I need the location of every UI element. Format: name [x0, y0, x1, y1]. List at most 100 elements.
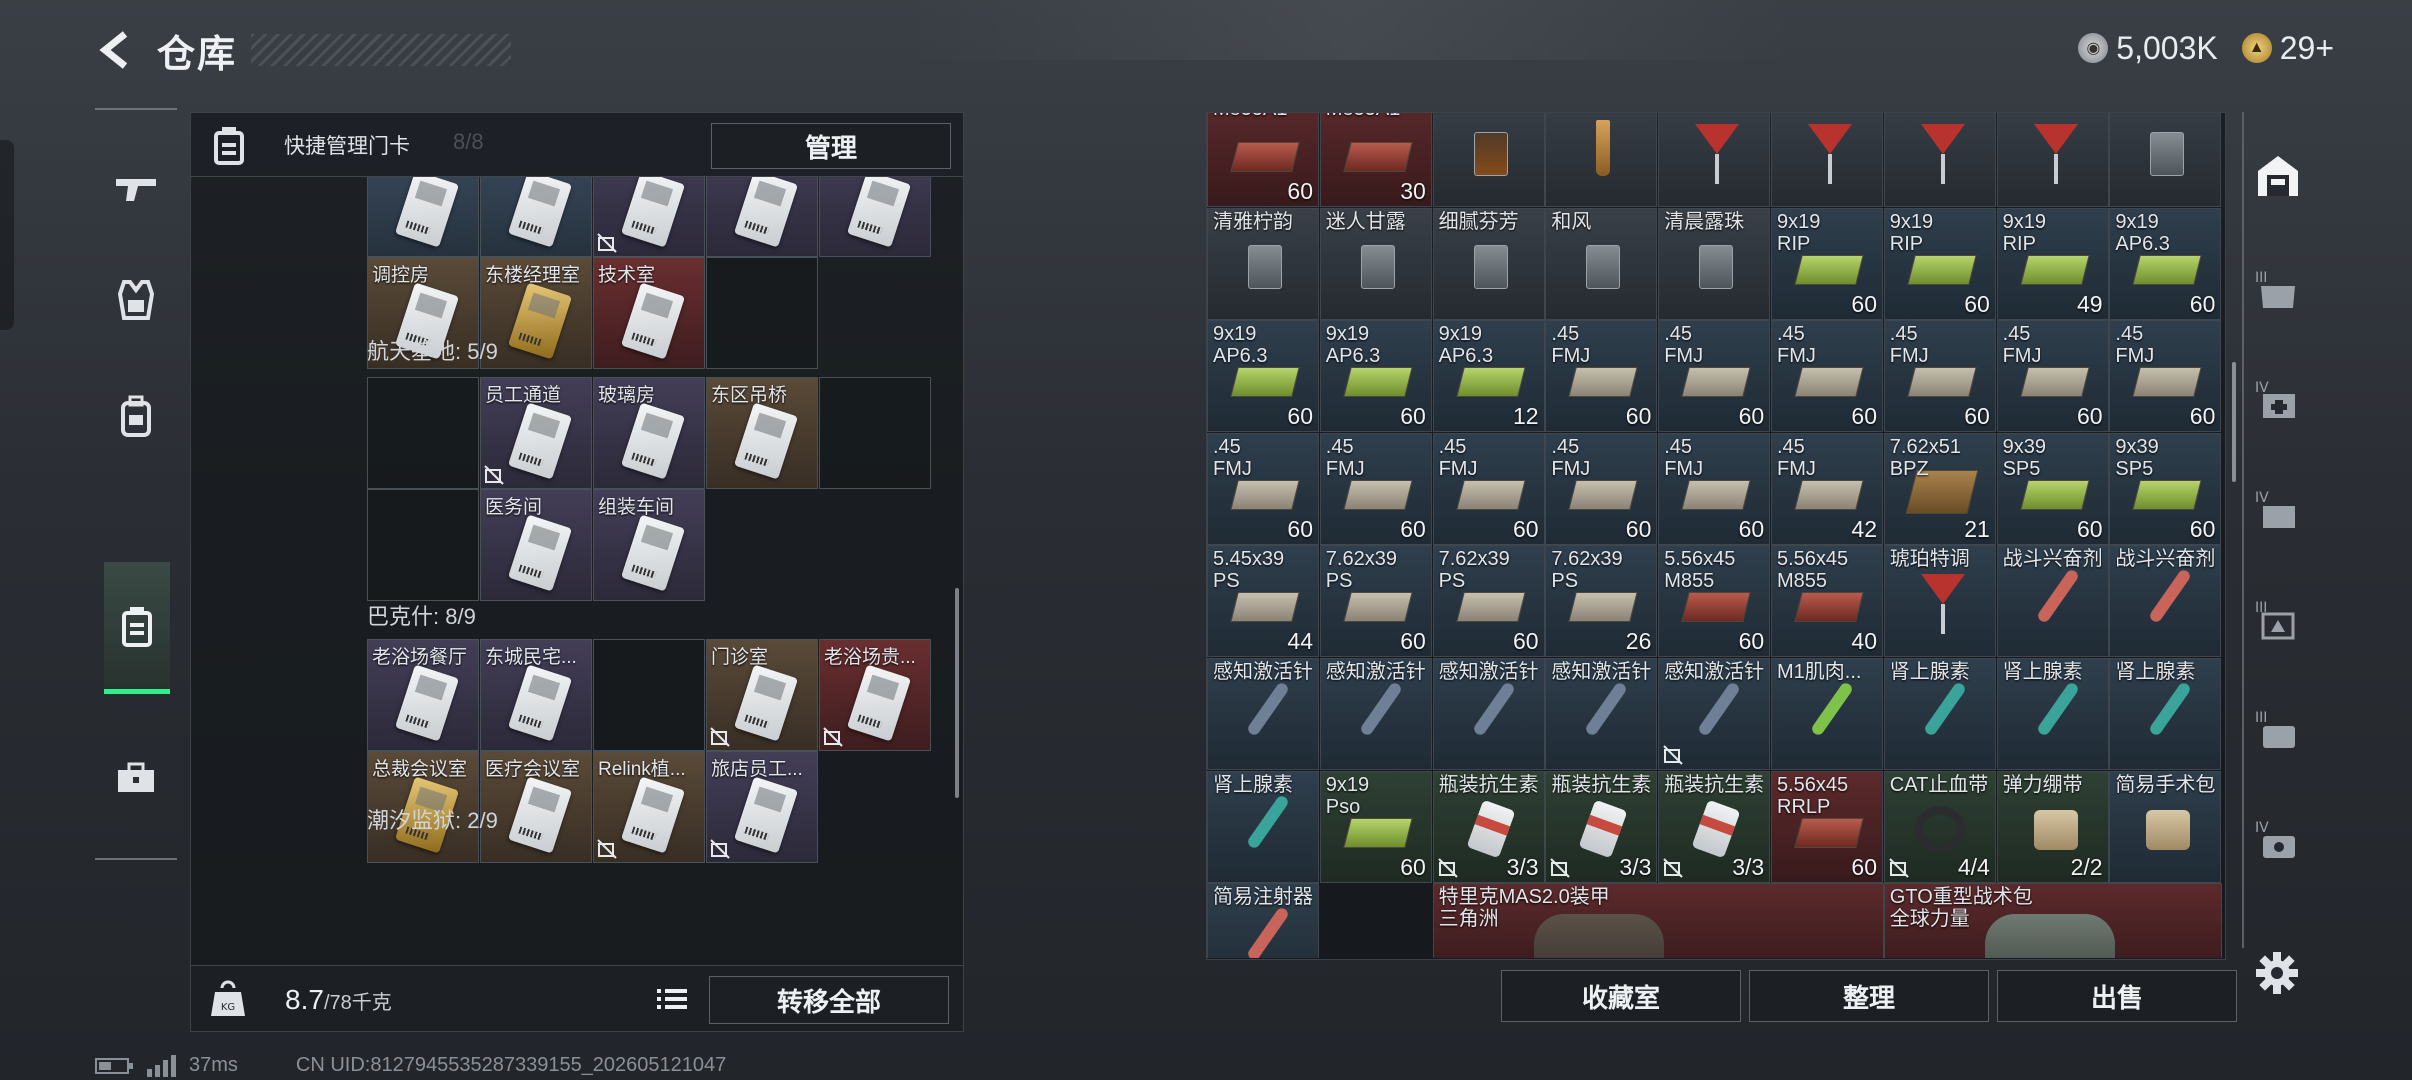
armor-vest-icon[interactable]	[103, 260, 169, 340]
inventory-slot[interactable]: M1肌肉...	[1771, 658, 1883, 770]
keycard-slot[interactable]: 售票办公室	[706, 177, 818, 257]
inventory-slot[interactable]	[1545, 113, 1658, 207]
collection-room-button[interactable]: 收藏室	[1501, 970, 1741, 1022]
inventory-slot[interactable]: 5.45x39 PS 44	[1207, 545, 1319, 658]
inventory-slot[interactable]: 瓶装抗生素 3/3	[1545, 770, 1658, 883]
keycard-slot[interactable]: 技术室	[593, 257, 705, 369]
keycard-slot[interactable]: 变电站宿舍	[367, 177, 479, 257]
inventory-slot[interactable]: 战斗兴奋剂	[2109, 545, 2222, 658]
inventory-slot[interactable]: M855A1 60	[1207, 113, 1319, 207]
inventory-slot[interactable]: 简易注射器	[1207, 883, 1319, 958]
armor-tier3-icon[interactable]: III	[2250, 260, 2306, 320]
inventory-grid[interactable]: M855A1 60 M855A1 30 清雅柠韵 迷人甘露 细腻芬芳 和风 清晨露珠 9x19 R…	[1207, 113, 2227, 958]
backpack-icon[interactable]	[103, 376, 169, 456]
backpack-tier4-icon[interactable]: IV	[2250, 810, 2306, 870]
inventory-slot[interactable]: .45 FMJ 60	[1432, 432, 1545, 545]
inventory-slot[interactable]: 简易手术包	[2109, 770, 2222, 883]
keycard-slot[interactable]: 东城民宅...	[480, 639, 592, 751]
inventory-slot[interactable]: 7.62x39 PS 60	[1319, 545, 1432, 658]
inventory-slot[interactable]: 清雅柠韵	[1207, 207, 1319, 320]
inventory-slot[interactable]: .45 FMJ 60	[1771, 320, 1883, 433]
list-icon[interactable]	[653, 980, 691, 1018]
inventory-slot[interactable]	[1883, 113, 1996, 207]
inventory-slot[interactable]: .45 FMJ 60	[1996, 320, 2109, 433]
keycard-slot[interactable]: 医务室	[480, 177, 592, 257]
inventory-slot[interactable]: 迷人甘露	[1319, 207, 1432, 320]
inventory-slot[interactable]: .45 FMJ 42	[1771, 432, 1883, 545]
keycard-holder-icon[interactable]	[104, 562, 170, 694]
inventory-slot[interactable]: 感知激活针	[1545, 658, 1658, 770]
inventory-slot[interactable]: 9x19 AP6.3 60	[1207, 320, 1319, 433]
inventory-slot[interactable]: 战斗兴奋剂	[1996, 545, 2109, 658]
inventory-slot[interactable]: 感知激活针	[1319, 658, 1432, 770]
keycard-slot[interactable]: 旅店员工...	[706, 751, 818, 863]
inventory-slot[interactable]: .45 FMJ 60	[1658, 432, 1771, 545]
inventory-slot[interactable]	[1996, 113, 2109, 207]
inventory-slot[interactable]: 9x19 AP6.3 12	[1432, 320, 1545, 433]
inventory-slot[interactable]: 弹力绷带 2/2	[1996, 770, 2109, 883]
inventory-slot[interactable]: 细腻芬芳	[1432, 207, 1545, 320]
sort-button[interactable]: 整理	[1749, 970, 1989, 1022]
transfer-all-button[interactable]: 转移全部	[709, 976, 949, 1024]
keycard-slot[interactable]: 组装车间	[593, 489, 705, 601]
keycard-slot[interactable]: 东区吊桥	[706, 377, 818, 489]
inventory-slot[interactable]: 9x19 RIP 49	[1996, 207, 2109, 320]
backpack-tier3-icon[interactable]: III	[2250, 700, 2306, 760]
rig-tier3-icon[interactable]: III	[2250, 590, 2306, 650]
inventory-scrollbar[interactable]	[2232, 362, 2236, 482]
inventory-slot[interactable]: 5.56x45 RRLP 60	[1771, 770, 1883, 883]
inventory-slot[interactable]: 9x19 Pso 60	[1319, 770, 1432, 883]
inventory-slot[interactable]: 瓶装抗生素 3/3	[1432, 770, 1545, 883]
inventory-slot[interactable]: 7.62x51 BPZ 21	[1883, 432, 1996, 545]
inventory-slot[interactable]: 瓶装抗生素 3/3	[1658, 770, 1771, 883]
inventory-slot[interactable]: 5.56x45 M855 40	[1771, 545, 1883, 658]
inventory-slot[interactable]	[1658, 113, 1771, 207]
storage-home-icon[interactable]	[2250, 146, 2306, 206]
inventory-slot[interactable]: 7.62x39 PS 60	[1432, 545, 1545, 658]
inventory-slot[interactable]: .45 FMJ 60	[2109, 320, 2222, 433]
inventory-slot[interactable]: 9x19 AP6.3 60	[2109, 207, 2222, 320]
keycard-scrollbar[interactable]	[955, 588, 959, 798]
medkit-tier4-icon[interactable]: IV	[2250, 370, 2306, 430]
inventory-slot[interactable]: 9x19 RIP 60	[1771, 207, 1883, 320]
inventory-slot[interactable]: .45 FMJ 60	[1319, 432, 1432, 545]
armor-item-slot[interactable]: 特里克MAS2.0装甲 三角洲	[1432, 883, 1884, 958]
keycard-slot[interactable]: 员工通道	[480, 377, 592, 489]
inventory-slot[interactable]: 肾上腺素	[1207, 770, 1319, 883]
inventory-slot[interactable]	[1432, 113, 1545, 207]
inventory-slot[interactable]: .45 FMJ 60	[1883, 320, 1996, 433]
toolbox-icon[interactable]	[103, 738, 169, 818]
inventory-slot[interactable]: 9x39 SP5 60	[2109, 432, 2222, 545]
inventory-slot[interactable]: 5.56x45 M855 60	[1658, 545, 1771, 658]
side-handle[interactable]	[0, 140, 14, 330]
keycard-slot[interactable]: Relink植...	[593, 751, 705, 863]
keycard-slot[interactable]: 老浴场贵...	[819, 639, 931, 751]
inventory-slot[interactable]: 肾上腺素	[1883, 658, 1996, 770]
keycard-list[interactable]: 变电站宿舍医务室水泥厂办...售票办公室地下通道调控房东楼经理室技术室航天基地:…	[191, 177, 963, 967]
back-arrow-icon[interactable]	[95, 27, 135, 73]
inventory-slot[interactable]: 肾上腺素	[2109, 658, 2222, 770]
gear-icon[interactable]	[2254, 950, 2300, 996]
inventory-slot[interactable]: CAT止血带 4/4	[1883, 770, 1996, 883]
sell-button[interactable]: 出售	[1997, 970, 2237, 1022]
inventory-slot[interactable]: .45 FMJ 60	[1207, 432, 1319, 545]
inventory-slot[interactable]: 和风	[1545, 207, 1658, 320]
keycard-slot[interactable]: 门诊室	[706, 639, 818, 751]
inventory-slot[interactable]: .45 FMJ 60	[1658, 320, 1771, 433]
keycard-slot[interactable]: 医务间	[480, 489, 592, 601]
keycard-slot[interactable]: 老浴场餐厅	[367, 639, 479, 751]
keycard-slot[interactable]: 玻璃房	[593, 377, 705, 489]
inventory-slot[interactable]: 感知激活针	[1207, 658, 1319, 770]
inventory-slot[interactable]: .45 FMJ 60	[1545, 320, 1658, 433]
inventory-slot[interactable]: 7.62x39 PS 26	[1545, 545, 1658, 658]
inventory-slot[interactable]: M855A1 30	[1319, 113, 1432, 207]
inventory-slot[interactable]: 肾上腺素	[1996, 658, 2109, 770]
inventory-slot[interactable]	[1771, 113, 1883, 207]
inventory-slot[interactable]: 感知激活针	[1432, 658, 1545, 770]
container-tier4-icon[interactable]: IV	[2250, 480, 2306, 540]
inventory-slot[interactable]: 9x19 AP6.3 60	[1319, 320, 1432, 433]
inventory-slot[interactable]	[2109, 113, 2222, 207]
inventory-slot[interactable]: 清晨露珠	[1658, 207, 1771, 320]
inventory-slot[interactable]: 琥珀特调	[1883, 545, 1996, 658]
inventory-slot[interactable]: 9x39 SP5 60	[1996, 432, 2109, 545]
